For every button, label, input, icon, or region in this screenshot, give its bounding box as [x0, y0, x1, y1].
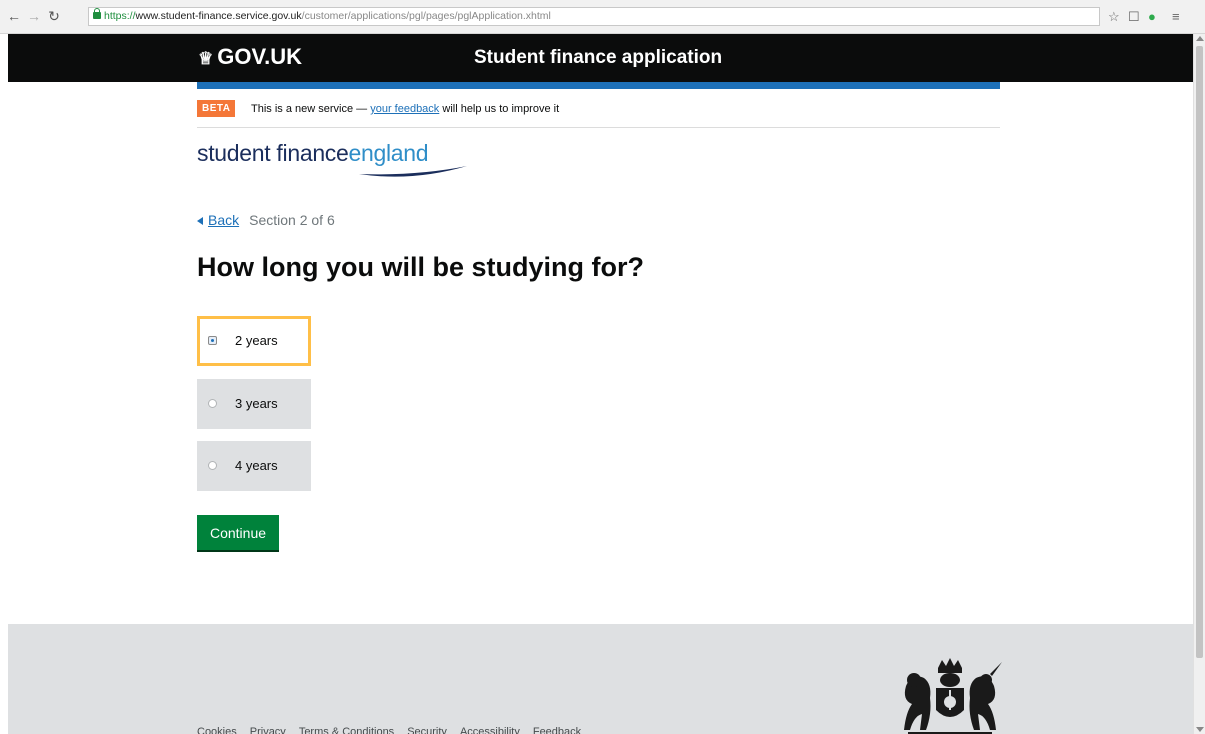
radio-option-3-years[interactable]: 3 years: [197, 379, 311, 429]
back-arrow-icon[interactable]: ←: [6, 8, 22, 24]
service-name[interactable]: Student finance application: [474, 47, 722, 69]
beta-message: This is a new service — your feedback wi…: [251, 103, 559, 115]
govuk-logo-text: GOV.UK: [217, 44, 303, 69]
beta-tag: BETA: [197, 100, 236, 117]
scrollbar-thumb[interactable]: [1196, 46, 1203, 658]
back-link[interactable]: Back: [208, 212, 239, 228]
footer-link-security[interactable]: Security: [407, 726, 447, 734]
radio-button[interactable]: [208, 336, 217, 345]
page-footer: Cookies Privacy Terms & Conditions Security…: [8, 624, 1193, 734]
radio-option-2-years[interactable]: 2 years: [197, 316, 311, 366]
menu-icon[interactable]: ≡: [1172, 9, 1180, 24]
radio-option-4-years[interactable]: 4 years: [197, 441, 311, 491]
footer-links: Cookies Privacy Terms & Conditions Security…: [197, 726, 594, 734]
footer-link-privacy[interactable]: Privacy: [250, 726, 286, 734]
footer-link-feedback[interactable]: Feedback: [533, 726, 581, 734]
radio-button[interactable]: [208, 399, 217, 408]
url-scheme: https://: [104, 10, 136, 22]
extension-circle-icon[interactable]: ●: [1148, 9, 1156, 24]
footer-link-terms[interactable]: Terms & Conditions: [299, 726, 394, 734]
radio-button[interactable]: [208, 461, 217, 470]
section-progress: Section 2 of 6: [249, 212, 335, 228]
sfe-logo-part1: student finance: [197, 140, 349, 166]
radio-label[interactable]: 3 years: [235, 396, 278, 411]
royal-coat-of-arms-icon: [904, 658, 1002, 734]
crown-icon: ♕: [198, 49, 214, 68]
feedback-link[interactable]: your feedback: [370, 103, 439, 115]
scroll-down-icon[interactable]: [1196, 727, 1204, 732]
swoosh-icon: [359, 166, 467, 177]
page-title: How long you will be studying for?: [197, 252, 644, 282]
url-path: /customer/applications/pgl/pages/pglAppl…: [301, 10, 551, 22]
triangle-left-icon: [197, 217, 203, 225]
sfe-logo[interactable]: student financeengland: [197, 140, 497, 180]
browser-toolbar: ← → ↻ https://www.student-finance.servic…: [0, 0, 1205, 34]
page-scrollbar[interactable]: [1193, 34, 1205, 734]
address-bar[interactable]: https://www.student-finance.service.gov.…: [88, 7, 1100, 26]
beta-text-after: will help us to improve it: [439, 103, 560, 115]
beta-text-before: This is a new service —: [251, 103, 371, 115]
sfe-logo-part2: england: [348, 140, 429, 166]
footer-link-accessibility[interactable]: Accessibility: [460, 726, 520, 734]
header-blue-bar: [197, 82, 1000, 89]
radio-label[interactable]: 2 years: [235, 333, 278, 348]
footer-link-cookies[interactable]: Cookies: [197, 726, 237, 734]
bookmark-star-icon[interactable]: ☆: [1108, 9, 1120, 24]
extension-square-icon[interactable]: ☐: [1128, 9, 1140, 24]
back-navigation: Back Section 2 of 6: [197, 212, 335, 228]
beta-banner: BETA This is a new service — your feedba…: [197, 100, 1000, 128]
radio-label[interactable]: 4 years: [235, 458, 278, 473]
reload-icon[interactable]: ↻: [46, 8, 62, 24]
url-host: www.student-finance.service.gov.uk: [135, 10, 302, 22]
scroll-up-icon[interactable]: [1196, 36, 1204, 41]
govuk-header: ♕ GOV.UK Student finance application: [8, 34, 1193, 82]
forward-arrow-icon[interactable]: →: [26, 8, 42, 24]
govuk-logo[interactable]: ♕ GOV.UK: [198, 44, 302, 70]
lock-icon: [93, 8, 101, 19]
continue-button[interactable]: Continue: [197, 515, 279, 550]
